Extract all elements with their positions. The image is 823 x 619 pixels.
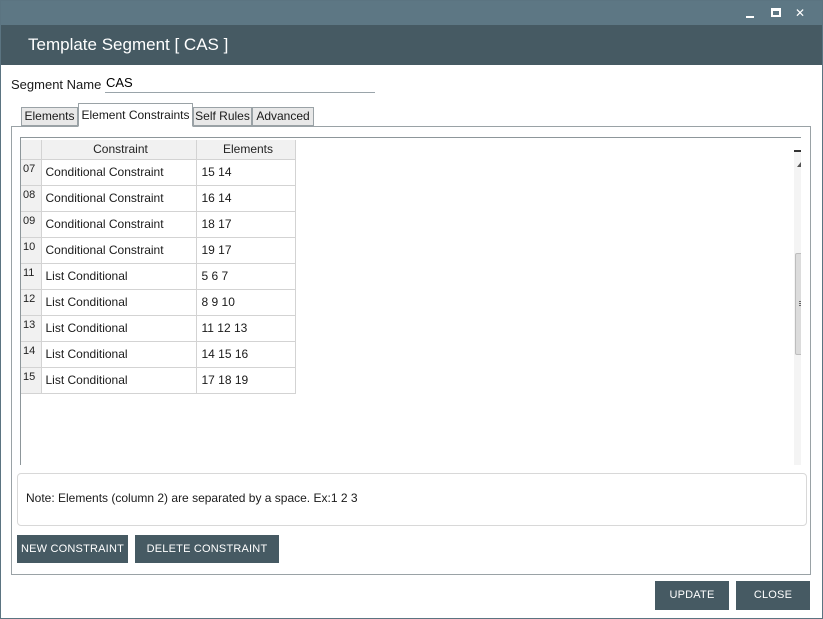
elements-cell[interactable]: 14 15 16 (196, 341, 296, 368)
update-button[interactable]: UPDATE (655, 581, 729, 610)
tab-self-rules[interactable]: Self Rules (193, 107, 252, 126)
column-header-constraint[interactable]: Constraint (41, 140, 197, 160)
elements-cell[interactable]: 18 17 (196, 211, 296, 238)
window-titlebar: ✕ (1, 1, 822, 25)
elements-cell[interactable]: 8 9 10 (196, 289, 296, 316)
note-text: Note: Elements (column 2) are separated … (26, 491, 358, 505)
constraint-cell[interactable]: List Conditional (41, 289, 197, 316)
elements-cell[interactable]: 17 18 19 (196, 367, 296, 394)
scroll-up-icon[interactable] (797, 162, 801, 167)
row-number: 09 (21, 211, 42, 238)
constraint-cell[interactable]: List Conditional (41, 263, 197, 290)
table-header-row: Constraint Elements (21, 140, 296, 160)
close-icon[interactable]: ✕ (791, 4, 809, 22)
column-header-elements[interactable]: Elements (196, 140, 296, 160)
close-button[interactable]: CLOSE (736, 581, 810, 610)
row-number: 13 (21, 315, 42, 342)
element-constraints-panel: Constraint Elements 07 Conditional Constr… (11, 126, 811, 575)
tab-elements[interactable]: Elements (21, 107, 78, 126)
maximize-icon[interactable] (767, 4, 785, 22)
elements-cell[interactable]: 16 14 (196, 185, 296, 212)
row-number: 11 (21, 263, 42, 290)
constraint-cell[interactable]: Conditional Constraint (41, 159, 197, 186)
dialog-title: Template Segment [ CAS ] (28, 35, 229, 54)
table-row[interactable]: 14 List Conditional 14 15 16 (21, 341, 296, 368)
elements-cell[interactable]: 11 12 13 (196, 315, 296, 342)
template-segment-window: ✕ Template Segment [ CAS ] Segment Name … (0, 0, 823, 619)
elements-cell[interactable]: 15 14 (196, 159, 296, 186)
table-row[interactable]: 15 List Conditional 17 18 19 (21, 367, 296, 394)
row-number: 08 (21, 185, 42, 212)
vertical-scrollbar[interactable] (794, 150, 801, 465)
elements-cell[interactable]: 5 6 7 (196, 263, 296, 290)
delete-constraint-button[interactable]: DELETE CONSTRAINT (135, 535, 279, 563)
constraints-grid: Constraint Elements 07 Conditional Constr… (20, 137, 801, 465)
segment-name-label: Segment Name (11, 77, 102, 92)
minimize-icon[interactable] (741, 4, 759, 22)
row-number: 07 (21, 159, 42, 186)
table-row[interactable]: 12 List Conditional 8 9 10 (21, 289, 296, 316)
table-row[interactable]: 13 List Conditional 11 12 13 (21, 315, 296, 342)
scrollbar-thumb[interactable] (795, 253, 801, 355)
dialog-header: Template Segment [ CAS ] (1, 25, 822, 65)
row-number: 15 (21, 367, 42, 394)
table-row[interactable]: 07 Conditional Constraint 15 14 (21, 159, 296, 186)
constraint-cell[interactable]: Conditional Constraint (41, 211, 197, 238)
constraint-cell[interactable]: Conditional Constraint (41, 185, 197, 212)
new-constraint-button[interactable]: NEW CONSTRAINT (17, 535, 128, 563)
table-row[interactable]: 10 Conditional Constraint 19 17 (21, 237, 296, 264)
row-number: 12 (21, 289, 42, 316)
table-row[interactable]: 08 Conditional Constraint 16 14 (21, 185, 296, 212)
segment-name-input[interactable] (105, 73, 375, 93)
constraint-cell[interactable]: List Conditional (41, 341, 197, 368)
table-row[interactable]: 11 List Conditional 5 6 7 (21, 263, 296, 290)
row-number: 10 (21, 237, 42, 264)
elements-cell[interactable]: 19 17 (196, 237, 296, 264)
constraint-cell[interactable]: List Conditional (41, 315, 197, 342)
tab-advanced[interactable]: Advanced (252, 107, 314, 126)
constraint-cell[interactable]: Conditional Constraint (41, 237, 197, 264)
row-number: 14 (21, 341, 42, 368)
constraints-table: Constraint Elements 07 Conditional Constr… (21, 140, 296, 394)
constraint-cell[interactable]: List Conditional (41, 367, 197, 394)
table-row[interactable]: 09 Conditional Constraint 18 17 (21, 211, 296, 238)
tab-element-constraints[interactable]: Element Constraints (78, 103, 193, 127)
note-box: Note: Elements (column 2) are separated … (17, 473, 807, 526)
row-number-header (21, 140, 42, 160)
